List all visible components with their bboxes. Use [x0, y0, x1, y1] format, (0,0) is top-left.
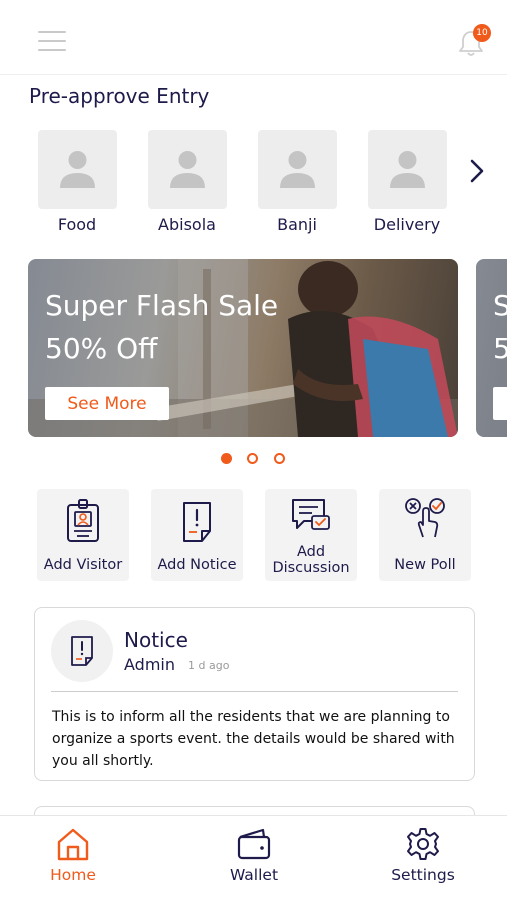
nav-wallet-label: Wallet	[229, 866, 279, 884]
person-icon	[148, 130, 227, 209]
bottom-nav: Home Wallet Settings	[0, 815, 507, 900]
carousel-dot-1[interactable]	[221, 453, 232, 464]
visitor-badge-icon	[65, 499, 101, 542]
add-notice-button[interactable]: Add Notice	[151, 489, 243, 581]
notice-doc-icon	[179, 499, 215, 542]
contacts-row: Food Abisola Banji Delivery	[0, 130, 507, 240]
wallet-icon	[236, 826, 272, 862]
nav-wallet[interactable]: Wallet	[194, 816, 314, 900]
contact-label: Abisola	[158, 215, 216, 234]
chevron-right-icon[interactable]	[466, 158, 488, 184]
next-banner-peek[interactable]: S 5	[476, 259, 507, 437]
notice-timestamp: 1 d ago	[188, 659, 230, 672]
carousel-dot-2[interactable]	[247, 453, 258, 464]
see-more-button[interactable]: See More	[45, 387, 169, 420]
new-poll-label: New Poll	[394, 557, 456, 573]
notice-author: Admin	[124, 655, 175, 674]
nav-settings[interactable]: Settings	[363, 816, 483, 900]
nav-home-label: Home	[50, 866, 96, 884]
banner-title: Super Flash Sale	[45, 289, 279, 322]
top-bar: 10	[0, 0, 507, 75]
contact-label: Food	[57, 215, 97, 234]
notice-body: This is to inform all the residents that…	[52, 709, 455, 769]
notice-doc-icon	[51, 620, 113, 682]
notification-badge: 10	[473, 24, 491, 42]
home-icon	[55, 826, 91, 862]
banner-subtitle: 50% Off	[45, 332, 158, 365]
contact-label: Delivery	[373, 215, 441, 234]
person-icon	[38, 130, 117, 209]
contact-abisola[interactable]: Abisola	[142, 130, 232, 240]
notice-card[interactable]: Notice Admin 1 d ago This is to inform a…	[34, 607, 475, 781]
carousel-dots	[0, 453, 507, 465]
poll-hand-icon	[405, 497, 445, 538]
add-visitor-button[interactable]: Add Visitor	[37, 489, 129, 581]
contact-delivery[interactable]: Delivery	[362, 130, 452, 240]
add-visitor-label: Add Visitor	[43, 557, 123, 573]
add-discussion-button[interactable]: Add Discussion	[265, 489, 357, 581]
new-poll-button[interactable]: New Poll	[379, 489, 471, 581]
add-discussion-label: Add Discussion	[272, 544, 350, 576]
person-icon	[258, 130, 337, 209]
contact-banji[interactable]: Banji	[252, 130, 342, 240]
contact-food[interactable]: Food	[32, 130, 122, 240]
discussion-chat-icon	[292, 497, 330, 537]
divider	[51, 691, 458, 692]
carousel-dot-3[interactable]	[274, 453, 285, 464]
peek-banner-title: S	[493, 289, 507, 322]
nav-home[interactable]: Home	[13, 816, 133, 900]
peek-banner-subtitle: 5	[493, 332, 507, 365]
gear-icon	[405, 826, 441, 862]
hamburger-icon[interactable]	[38, 31, 66, 51]
contact-label: Banji	[277, 215, 317, 234]
notice-title: Notice	[124, 628, 188, 652]
person-icon	[368, 130, 447, 209]
add-notice-label: Add Notice	[157, 557, 237, 573]
section-title-preapprove: Pre-approve Entry	[29, 84, 210, 108]
promo-banner[interactable]: Super Flash Sale 50% Off See More	[28, 259, 458, 437]
nav-settings-label: Settings	[391, 866, 455, 884]
peek-banner-button	[493, 387, 507, 420]
